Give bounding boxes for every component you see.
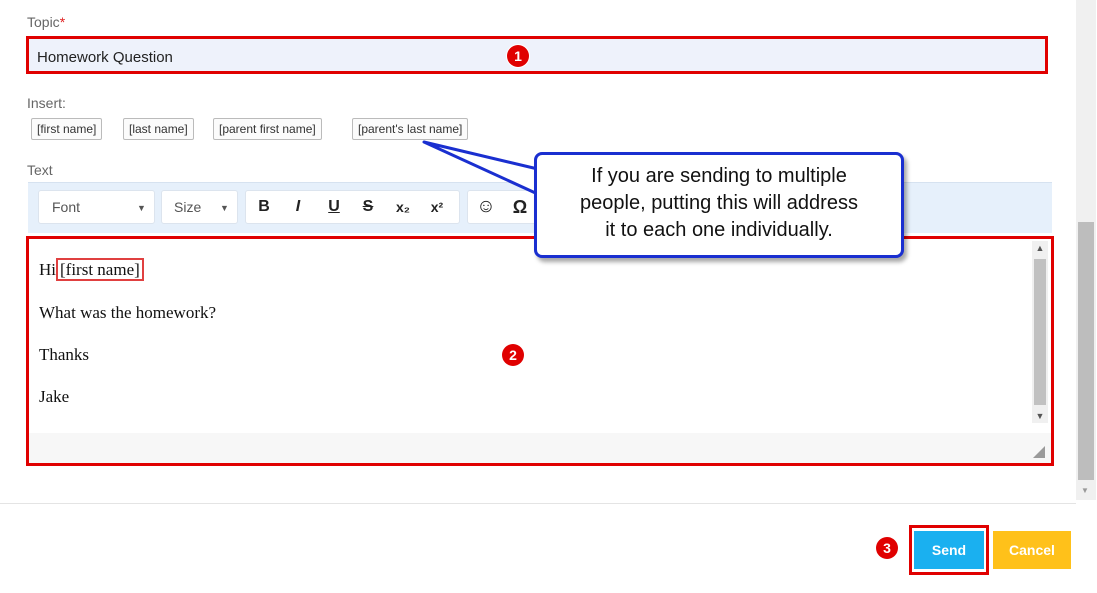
editor-line-2: What was the homework?	[39, 303, 217, 322]
chevron-down-icon: ▼	[220, 203, 229, 213]
font-select[interactable]: Font ▼	[38, 190, 155, 224]
editor-greeting-line: Hi [first name]	[39, 258, 144, 281]
editor-scrollbar-thumb[interactable]	[1034, 259, 1046, 405]
callout-line-1: If you are sending to multiple	[591, 165, 847, 187]
page-scrollbar[interactable]: ▼	[1076, 0, 1096, 500]
scroll-up-arrow-icon[interactable]: ▲	[1032, 243, 1048, 253]
callout-line-3: it to each one individually.	[605, 219, 833, 241]
editor-line-4: Jake	[39, 387, 70, 406]
bold-button[interactable]: B	[252, 191, 276, 223]
editor-line-3: Thanks	[39, 345, 90, 364]
topic-field-highlight	[26, 36, 1048, 74]
underline-button[interactable]: U	[322, 191, 346, 223]
cancel-button[interactable]: Cancel	[993, 531, 1071, 569]
footer-divider	[0, 503, 1076, 504]
callout-seam	[537, 166, 543, 200]
step-badge-1: 1	[507, 45, 529, 67]
callout-pointer	[422, 140, 544, 198]
insert-first-name-button[interactable]: [first name]	[31, 118, 103, 140]
page-scroll-down-icon[interactable]: ▼	[1081, 486, 1089, 495]
step-badge-2: 2	[502, 344, 524, 366]
chevron-down-icon: ▼	[137, 203, 146, 213]
scroll-down-arrow-icon[interactable]: ▼	[1032, 411, 1048, 421]
size-select[interactable]: Size ▼	[161, 190, 238, 224]
italic-button[interactable]: I	[286, 191, 310, 223]
text-label: Text	[27, 162, 53, 178]
editor-scrollbar[interactable]: ▲ ▼	[1032, 241, 1048, 423]
insert-parent-first-name-button[interactable]: [parent first name]	[213, 118, 322, 140]
message-editor[interactable]: Hi [first name] What was the homework? Th…	[26, 236, 1054, 466]
topic-label: Topic*	[27, 14, 66, 30]
callout-line-2: people, putting this will address	[580, 192, 858, 214]
required-asterisk: *	[59, 14, 66, 30]
insert-parent-last-name-button[interactable]: [parent's last name]	[352, 118, 469, 140]
step-badge-3: 3	[876, 537, 898, 559]
subscript-button[interactable]: x₂	[390, 191, 416, 223]
resize-handle-icon[interactable]	[1033, 446, 1045, 458]
page-scrollbar-thumb[interactable]	[1078, 222, 1094, 480]
annotation-callout: If you are sending to multiple people, p…	[534, 152, 904, 258]
insert-label: Insert:	[27, 95, 66, 111]
editor-footer	[29, 433, 1051, 463]
send-button[interactable]: Send	[914, 531, 984, 569]
strikethrough-button[interactable]: S	[356, 191, 380, 223]
first-name-token: [first name]	[56, 258, 144, 281]
insert-last-name-button[interactable]: [last name]	[123, 118, 194, 140]
